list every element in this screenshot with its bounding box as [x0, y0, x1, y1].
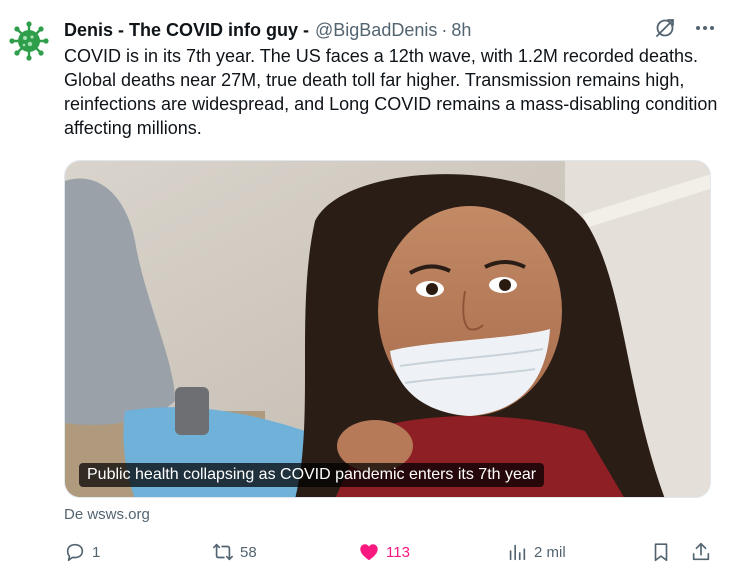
retweet-icon [213, 543, 233, 561]
reply-count: 1 [92, 543, 101, 561]
tweet-header: Denis - The COVID info guy - @BigBadDeni… [64, 18, 716, 42]
retweet-count: 58 [240, 543, 257, 561]
bookmark-icon [654, 543, 668, 562]
more-icon[interactable] [694, 17, 716, 44]
retweet-button[interactable]: 58 [212, 538, 257, 566]
grok-icon[interactable] [654, 17, 676, 44]
reply-button[interactable]: 1 [64, 538, 100, 566]
virus-icon [9, 21, 49, 61]
header-actions [654, 18, 716, 42]
media-card[interactable]: Public health collapsing as COVID pandem… [64, 160, 711, 498]
tweet-text: COVID is in its 7th year. The US faces a… [64, 46, 718, 138]
views-count: 2 mil [534, 543, 566, 561]
media-caption: Public health collapsing as COVID pandem… [79, 463, 545, 487]
reply-icon [66, 543, 84, 562]
like-button[interactable]: 113 [358, 538, 410, 566]
action-bar: 1 58 113 2 mil [64, 538, 716, 566]
user-handle[interactable]: @BigBadDenis [315, 20, 437, 41]
timestamp[interactable]: 8h [451, 20, 471, 41]
article-photo [65, 161, 710, 497]
share-button[interactable] [690, 538, 712, 566]
display-name[interactable]: Denis - The COVID info guy - [64, 20, 309, 41]
separator-dot: · [441, 19, 448, 40]
avatar[interactable] [8, 20, 50, 62]
views-icon [509, 544, 526, 561]
like-count: 113 [386, 543, 410, 561]
source-link[interactable]: De wsws.org [64, 506, 150, 523]
bookmark-button[interactable] [650, 538, 672, 566]
share-icon [692, 542, 710, 561]
views-button[interactable]: 2 mil [506, 538, 566, 566]
heart-icon [360, 544, 378, 561]
